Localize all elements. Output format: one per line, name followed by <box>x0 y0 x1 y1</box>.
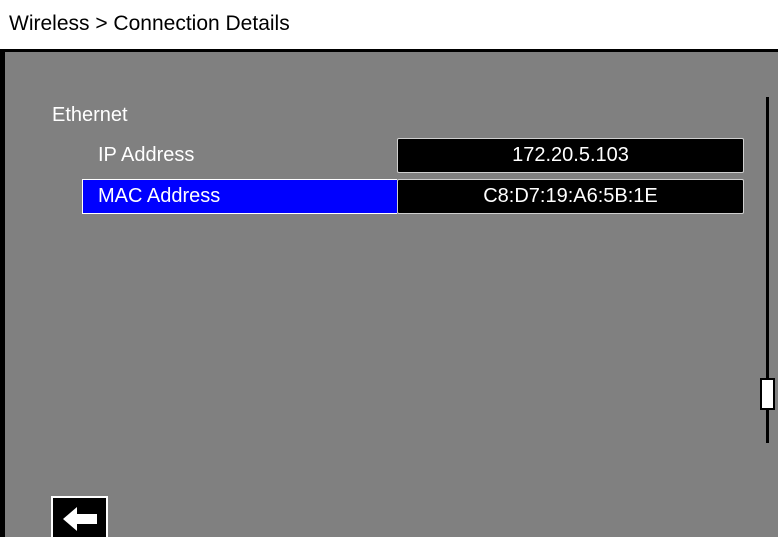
mac-address-row[interactable]: MAC Address C8:D7:19:A6:5B:1E <box>82 179 744 214</box>
section-heading-ethernet: Ethernet <box>52 104 128 126</box>
left-arrow-icon <box>63 507 97 531</box>
ip-address-row[interactable]: IP Address 172.20.5.103 <box>82 138 744 173</box>
back-button[interactable] <box>51 496 108 537</box>
device-screen: Wireless > Connection Details Ethernet I… <box>0 0 778 537</box>
mac-address-value: C8:D7:19:A6:5B:1E <box>397 179 744 214</box>
screen-border <box>0 52 5 537</box>
mac-address-label: MAC Address <box>82 179 397 214</box>
ip-address-value: 172.20.5.103 <box>397 138 744 173</box>
page-title: Wireless > Connection Details <box>9 12 290 35</box>
title-bar: Wireless > Connection Details <box>0 0 778 52</box>
ip-address-label: IP Address <box>98 144 195 166</box>
scrollbar-thumb[interactable] <box>760 378 775 410</box>
